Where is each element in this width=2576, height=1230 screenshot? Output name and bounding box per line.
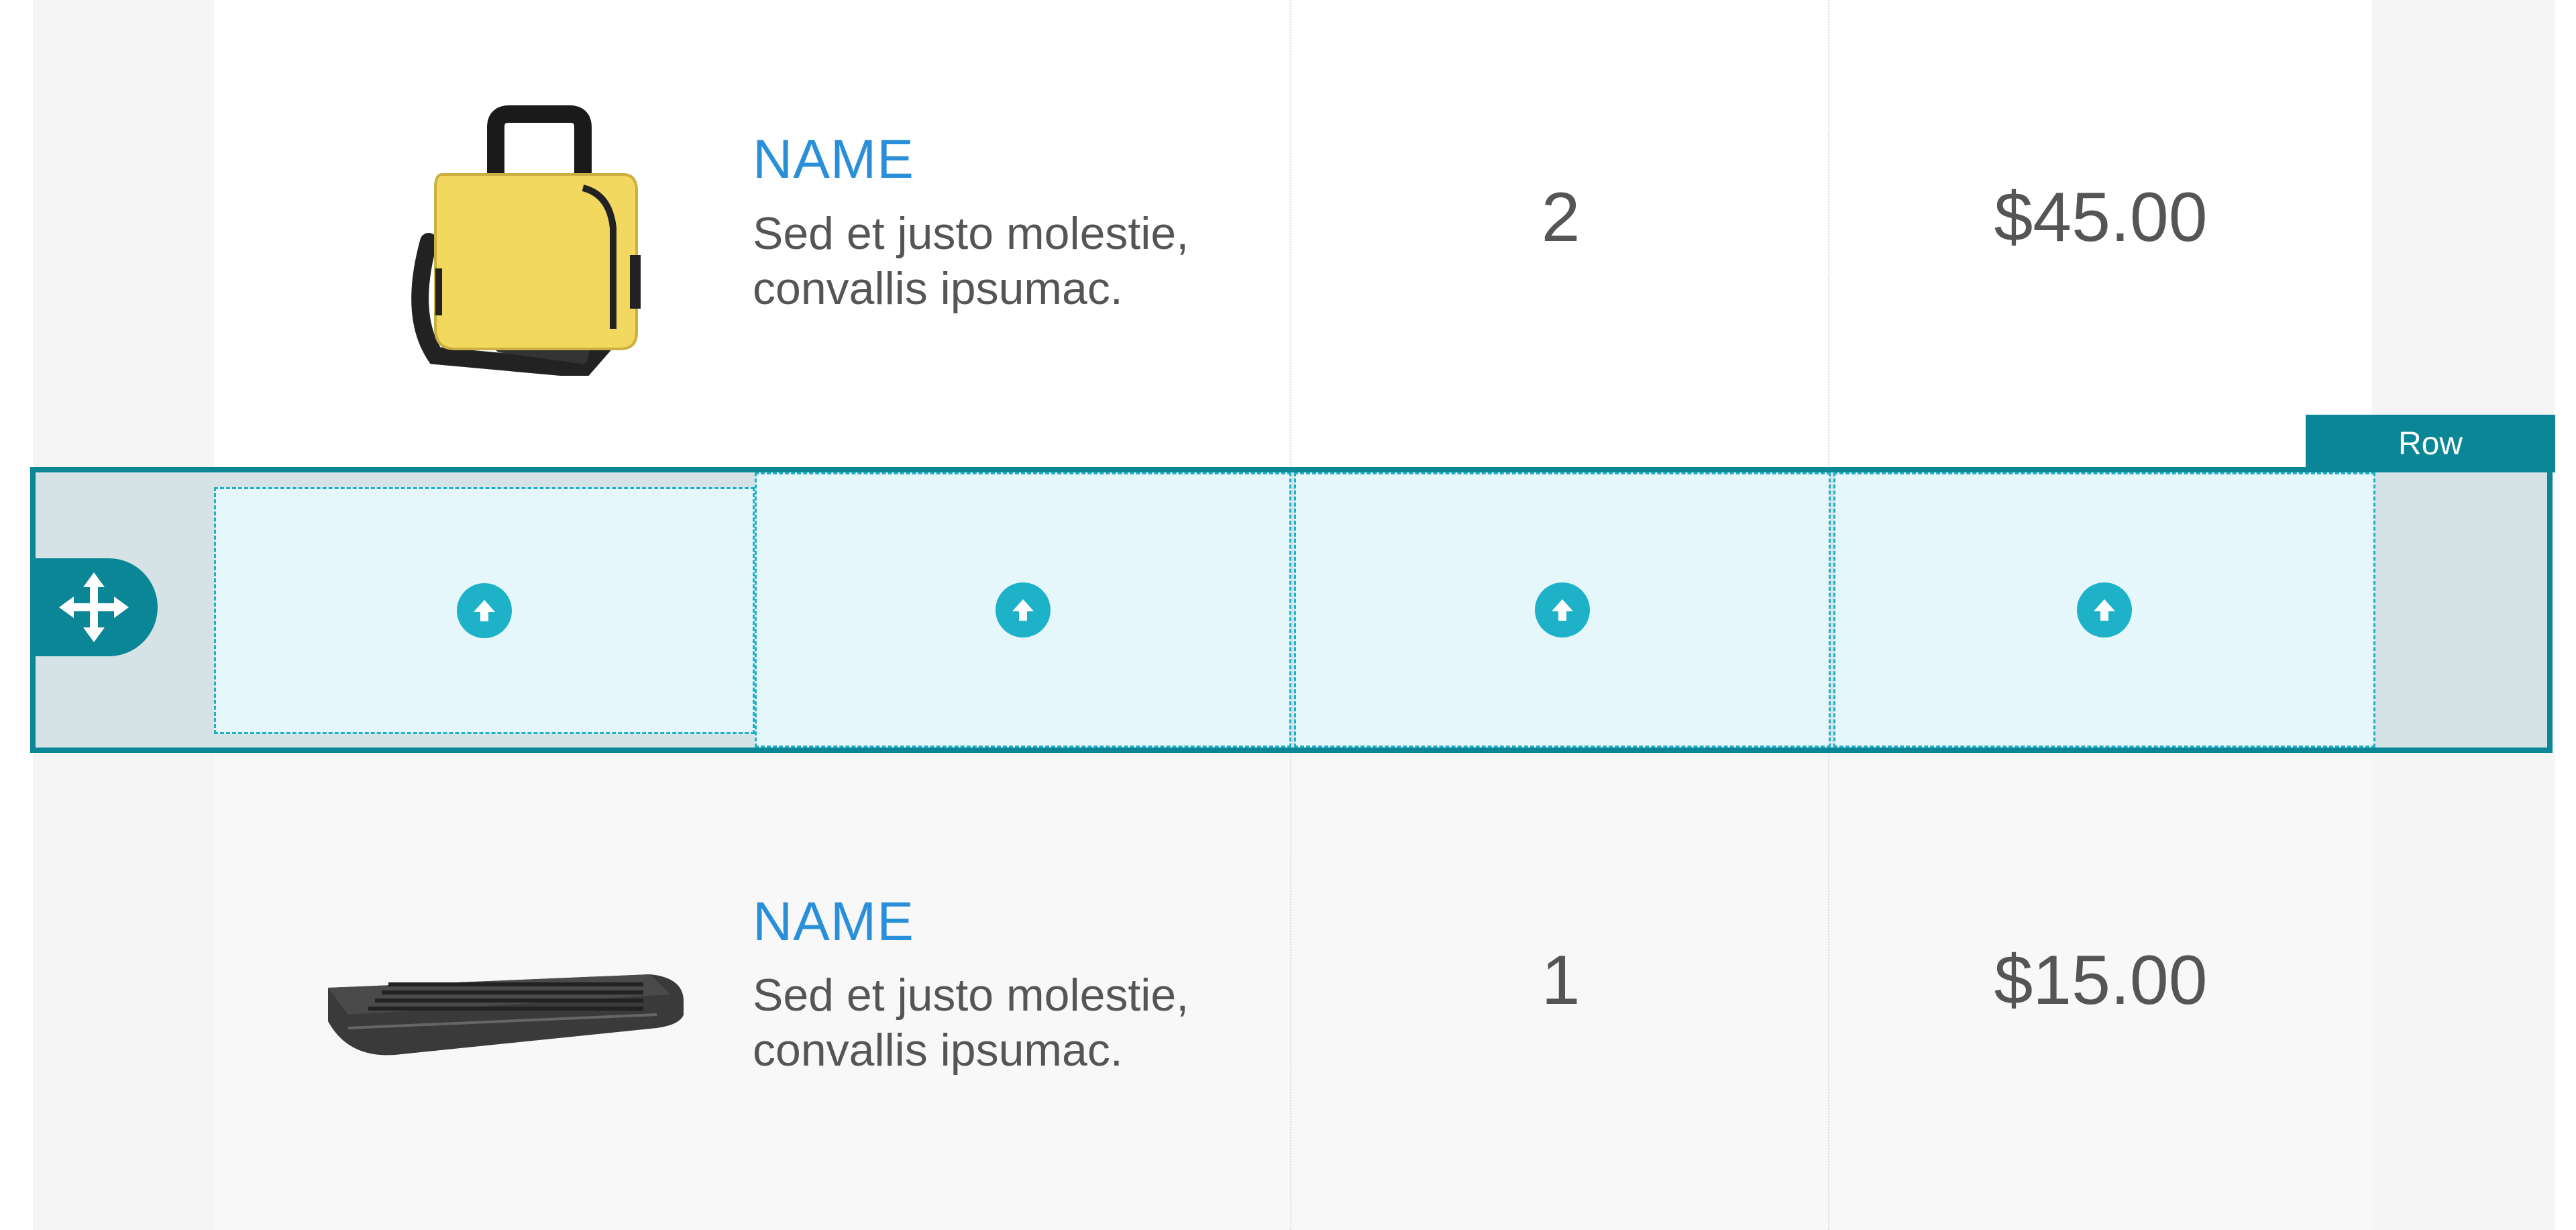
product-description-line: convallis ipsumac. [753,1025,1123,1076]
product-price: $15.00 [1994,941,2208,1019]
move-row-handle[interactable] [30,558,158,656]
product-quantity: 1 [1541,941,1580,1019]
product-name[interactable]: NAME [753,132,914,187]
product-row[interactable]: NAME Sed et justo molestie, convallis ip… [214,0,2372,468]
upload-arrow-icon[interactable] [1535,582,1590,637]
row-type-label[interactable]: Row [2306,415,2555,472]
product-image-bag[interactable] [382,101,663,376]
drop-zone-column[interactable] [214,487,755,734]
selected-row[interactable] [30,467,2553,753]
drop-zone-column[interactable] [1833,472,2375,748]
product-quantity: 2 [1541,178,1580,256]
product-image-keyboard[interactable] [308,941,697,1062]
product-price: $45.00 [1994,178,2208,256]
drop-zone-column[interactable] [1294,472,1831,748]
product-name[interactable]: NAME [753,894,914,950]
upload-arrow-icon[interactable] [457,583,512,638]
product-row[interactable]: NAME Sed et justo molestie, convallis ip… [214,753,2372,1230]
upload-arrow-icon[interactable] [996,582,1051,637]
move-arrows-icon [59,572,129,642]
drop-zone-column[interactable] [755,472,1291,748]
product-description-line: Sed et justo molestie, [753,970,1189,1021]
product-description: Sed et justo molestie, convallis ipsumac… [753,968,1263,1078]
product-description: Sed et justo molestie, convallis ipsumac… [753,206,1263,316]
upload-arrow-icon[interactable] [2077,582,2132,637]
product-description-line: convallis ipsumac. [753,263,1123,314]
product-description-line: Sed et justo molestie, [753,208,1189,259]
